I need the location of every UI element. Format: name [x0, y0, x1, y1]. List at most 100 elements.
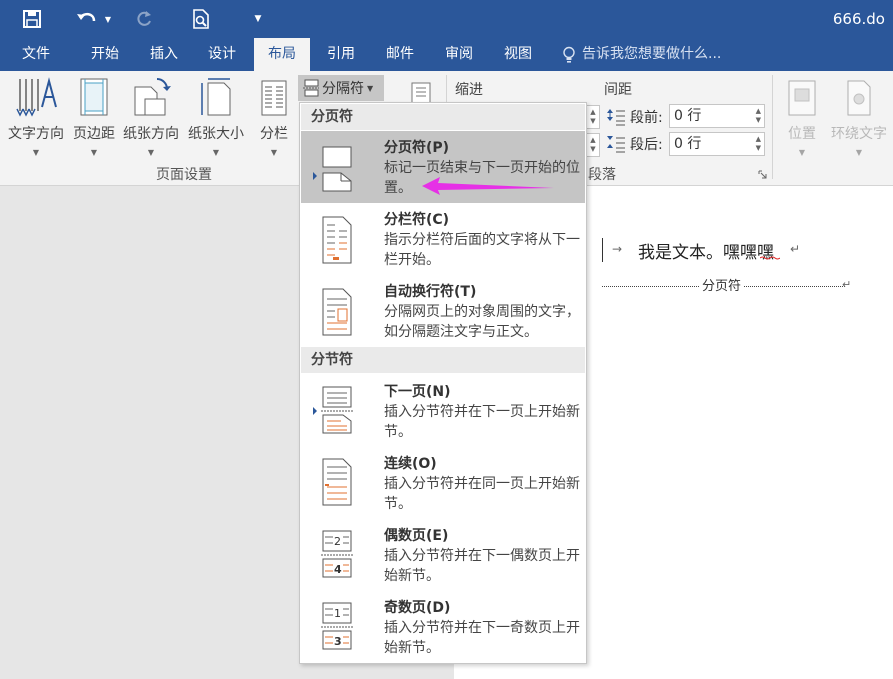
margins-icon	[70, 77, 118, 117]
menu-item-desc: 分隔网页上的对象周围的文字，如分隔题注文字与正文。	[384, 304, 580, 340]
paragraph-group-label: 段落	[588, 167, 616, 183]
undo-dropdown-icon[interactable]: ▼	[102, 8, 114, 30]
spacing-after-row: 段后:	[606, 134, 663, 154]
tab-review[interactable]: 审阅	[433, 38, 485, 71]
odd-icon-number-bottom: 3	[334, 635, 342, 648]
chevron-down-icon: ▼	[798, 148, 806, 157]
save-icon[interactable]	[20, 8, 44, 30]
page-break-label: 分页符	[700, 275, 744, 294]
spacing-before-input[interactable]: 0 行 ▲ ▼	[669, 104, 765, 128]
tab-references[interactable]: 引用	[316, 38, 366, 71]
continuous-section-icon	[309, 457, 357, 511]
menu-item-desc: 插入分节符并在下一页上开始新节。	[384, 404, 580, 440]
tab-view[interactable]: 视图	[492, 38, 544, 71]
position-icon	[782, 77, 822, 117]
paragraph-dialog-launcher-icon[interactable]	[758, 168, 767, 179]
wrap-text-icon	[828, 77, 890, 117]
spinner-arrows[interactable]: ▲ ▼	[756, 107, 761, 125]
spelling-squiggle	[760, 256, 780, 260]
tell-me-text: 告诉我您想要做什么...	[582, 46, 722, 62]
tab-file[interactable]: 文件	[8, 38, 64, 71]
tab-design[interactable]: 设计	[196, 38, 248, 71]
breaks-label: 分隔符	[322, 81, 364, 97]
columns-icon	[252, 77, 296, 117]
spacing-after-label: 段后:	[630, 137, 663, 153]
tab-home[interactable]: 开始	[78, 38, 132, 71]
undo-icon[interactable]	[74, 8, 100, 30]
menu-item-desc: 插入分节符并在同一页上开始新节。	[384, 476, 580, 512]
menu-item-desc: 指示分栏符后面的文字将从下一栏开始。	[384, 232, 580, 268]
size-label: 纸张大小	[188, 126, 244, 142]
document-text[interactable]: 我是文本。嘿嘿嘿	[638, 238, 774, 263]
tab-layout[interactable]: 布局	[254, 38, 310, 71]
menu-item-even-page[interactable]: 24 偶数页(E) 插入分节符并在下一偶数页上开始新节。	[301, 519, 585, 591]
menu-item-odd-page[interactable]: 13 奇数页(D) 插入分节符并在下一奇数页上开始新节。	[301, 591, 585, 663]
odd-icon-number-top: 1	[334, 607, 341, 620]
menu-item-desc: 插入分节符并在下一奇数页上开始新节。	[384, 620, 580, 656]
spacing-before-icon	[607, 109, 625, 126]
even-page-section-icon: 24	[309, 529, 357, 583]
print-preview-icon[interactable]	[190, 8, 212, 30]
tab-mailings[interactable]: 邮件	[374, 38, 426, 71]
indent-label: 缩进	[455, 82, 483, 98]
breaks-icon	[303, 79, 319, 97]
orientation-button[interactable]: 纸张方向 ▼	[120, 77, 182, 157]
orientation-label: 纸张方向	[123, 126, 179, 142]
indent-right-spinner[interactable]: ▲ ▼	[586, 133, 600, 157]
indent-left-spinner[interactable]: ▲ ▼	[586, 105, 600, 129]
paper-size-icon	[184, 77, 248, 117]
chevron-down-icon: ▼	[367, 83, 374, 93]
section-breaks-header: 分节符	[301, 347, 585, 373]
spinner-arrows[interactable]: ▲ ▼	[756, 135, 761, 153]
even-icon-number-top: 2	[334, 535, 341, 548]
menu-item-title: 连续(O)	[384, 456, 437, 472]
position-label: 位置	[788, 126, 816, 142]
text-wrapping-break-icon	[309, 287, 357, 341]
orientation-icon	[120, 77, 182, 117]
text-direction-icon	[4, 77, 68, 117]
spacing-before-label: 段前:	[630, 110, 663, 126]
tab-insert[interactable]: 插入	[138, 38, 190, 71]
chevron-down-icon: ▼	[90, 148, 98, 157]
text-cursor	[602, 238, 603, 262]
margins-label: 页边距	[73, 126, 115, 142]
wrap-text-button[interactable]: 环绕文字 ▼	[828, 77, 890, 157]
margins-button[interactable]: 页边距 ▼	[70, 77, 118, 157]
spacing-after-icon	[607, 136, 625, 153]
spacing-label: 间距	[604, 82, 632, 98]
menu-item-title: 偶数页(E)	[384, 528, 449, 544]
size-button[interactable]: 纸张大小 ▼	[184, 77, 248, 157]
menu-item-text-wrapping-break[interactable]: 自动换行符(T) 分隔网页上的对象周围的文字，如分隔题注文字与正文。	[301, 275, 585, 347]
document-title: 666.do	[832, 10, 885, 28]
odd-page-section-icon: 13	[309, 601, 357, 655]
ribbon-tabs: 文件 开始 插入 设计 布局 引用 邮件 审阅 视图 告诉我您想要做什么...	[0, 38, 893, 71]
group-separator	[772, 75, 773, 179]
chevron-down-icon: ▼	[147, 148, 155, 157]
columns-label: 分栏	[260, 126, 288, 142]
breaks-button[interactable]: 分隔符 ▼	[298, 75, 384, 101]
menu-item-title: 下一页(N)	[384, 384, 451, 400]
page-break-icon	[309, 143, 357, 197]
position-button[interactable]: 位置 ▼	[782, 77, 822, 157]
spacing-after-value: 0 行	[674, 136, 702, 152]
paragraph-mark-icon: ↵	[842, 278, 852, 291]
menu-item-continuous[interactable]: 连续(O) 插入分节符并在同一页上开始新节。	[301, 447, 585, 519]
tab-mark-icon: →	[612, 242, 623, 256]
wrap-text-label: 环绕文字	[831, 126, 887, 142]
menu-item-next-page[interactable]: 下一页(N) 插入分节符并在下一页上开始新节。	[301, 375, 585, 447]
spacing-before-value: 0 行	[674, 108, 702, 124]
menu-item-title: 奇数页(D)	[384, 600, 451, 616]
paragraph-mark-icon: ↵	[790, 242, 801, 256]
spacing-after-input[interactable]: 0 行 ▲ ▼	[669, 132, 765, 156]
chevron-down-icon: ▼	[212, 148, 220, 157]
menu-item-title: 分页符(P)	[384, 140, 450, 156]
customize-qat-icon[interactable]: ▼	[252, 8, 264, 30]
menu-item-column-break[interactable]: 分栏符(C) 指示分栏符后面的文字将从下一栏开始。	[301, 203, 585, 275]
text-direction-label: 文字方向	[8, 126, 64, 142]
menu-item-title: 分栏符(C)	[384, 212, 450, 228]
redo-icon[interactable]	[134, 8, 154, 30]
spacing-before-row: 段前:	[606, 107, 663, 127]
columns-button[interactable]: 分栏 ▼	[252, 77, 296, 157]
text-direction-button[interactable]: 文字方向 ▼	[4, 77, 68, 157]
tell-me-box[interactable]: 告诉我您想要做什么...	[562, 38, 721, 71]
